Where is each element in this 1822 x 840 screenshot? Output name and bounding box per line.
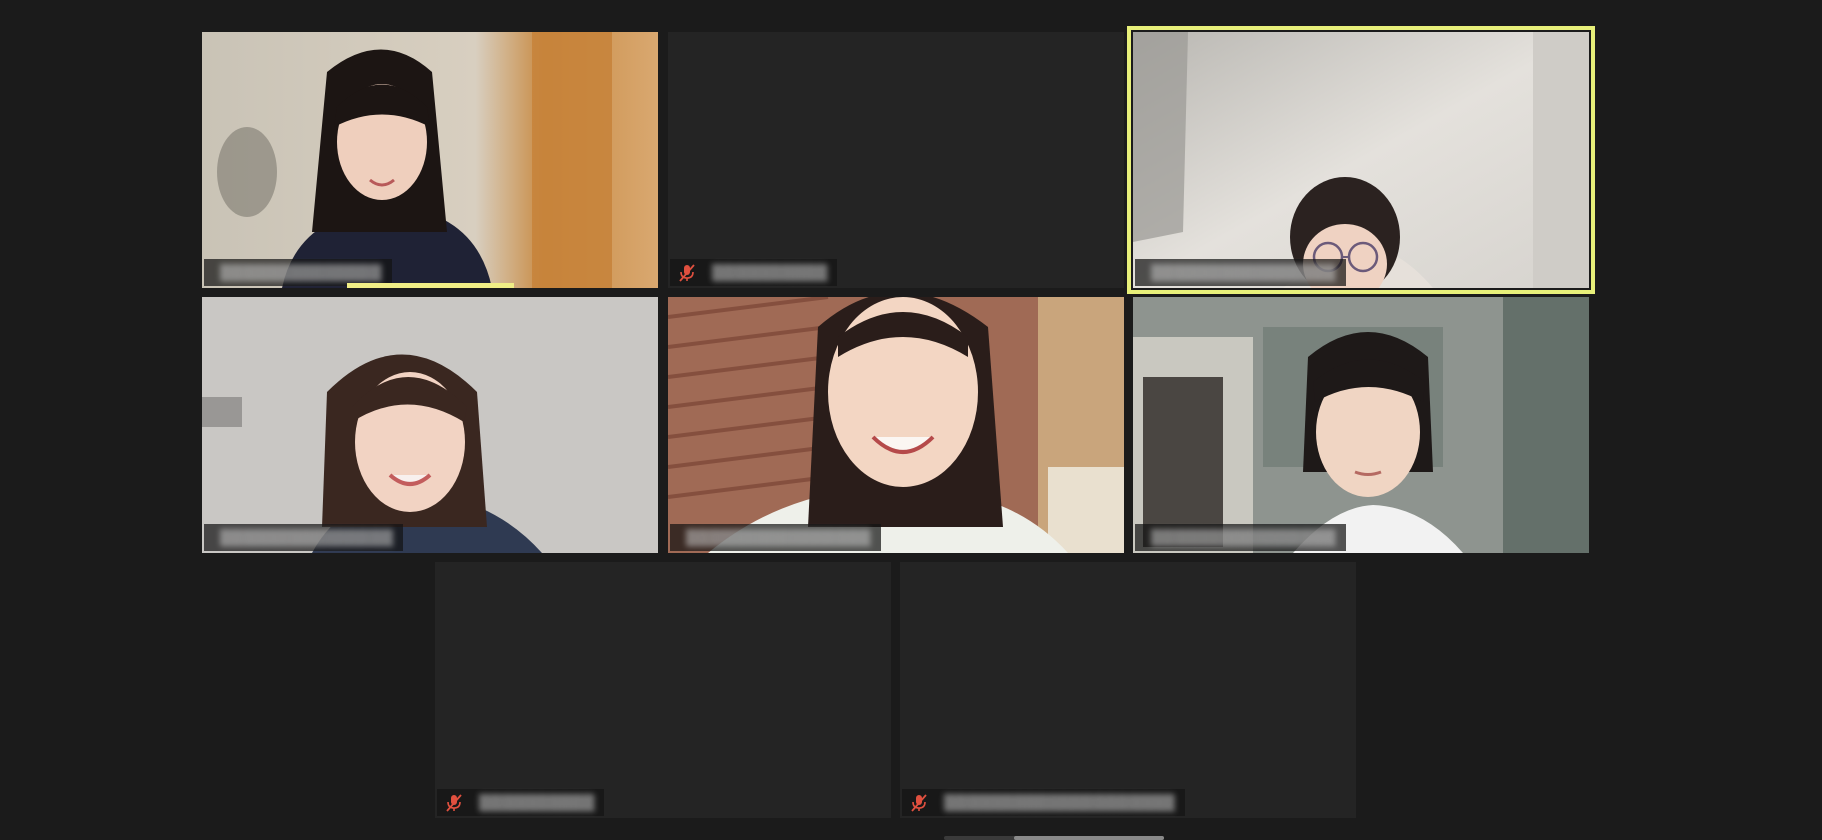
video-tile-participant-6[interactable]: ▒▒▒▒▒▒▒▒▒▒▒▒▒▒▒▒	[1133, 297, 1589, 553]
participant-name-tag: ▒▒▒▒▒▒▒▒▒▒▒▒▒▒▒	[204, 524, 404, 551]
participant-video-feed	[202, 297, 658, 553]
video-tile-participant-2[interactable]: ▒▒▒▒▒▒▒▒▒▒	[668, 32, 1124, 288]
participant-name-tag: ▒▒▒▒▒▒▒▒▒▒	[670, 259, 838, 286]
video-tile-participant-3-active-speaker[interactable]: ▒▒▒▒▒▒▒▒▒▒▒▒▒▒▒▒	[1127, 26, 1595, 294]
participant-name-tag: ▒▒▒▒▒▒▒▒▒▒▒▒▒▒▒▒	[1135, 524, 1346, 551]
video-tile-participant-5[interactable]: ▒▒▒▒▒▒▒▒▒▒▒▒▒▒▒▒	[668, 297, 1124, 553]
participant-name-tag: ▒▒▒▒▒▒▒▒▒▒▒▒▒▒	[204, 259, 392, 286]
mic-muted-icon	[911, 793, 927, 812]
participant-video-feed	[1133, 32, 1589, 288]
mic-muted-icon	[446, 793, 462, 812]
meeting-gallery-view: ▒▒▒▒▒▒▒▒▒▒▒▒▒▒ ▒▒▒▒▒▒▒▒▒▒ ▒▒▒▒▒▒▒▒▒▒▒▒▒▒…	[0, 0, 1822, 840]
participant-name-tag: ▒▒▒▒▒▒▒▒▒▒	[437, 789, 605, 816]
video-tile-participant-8[interactable]: ▒▒▒▒▒▒▒▒▒▒▒▒▒▒▒▒▒▒▒▒	[900, 562, 1356, 818]
participant-name-tag: ▒▒▒▒▒▒▒▒▒▒▒▒▒▒▒▒▒▒▒▒	[902, 789, 1185, 816]
gallery-page-scroll-thumb[interactable]	[1014, 836, 1164, 840]
video-tile-participant-4[interactable]: ▒▒▒▒▒▒▒▒▒▒▒▒▒▒▒	[202, 297, 658, 553]
participant-video-feed	[668, 297, 1124, 553]
video-tile-participant-7[interactable]: ▒▒▒▒▒▒▒▒▒▒	[435, 562, 891, 818]
participant-name-tag: ▒▒▒▒▒▒▒▒▒▒▒▒▒▒▒▒	[670, 524, 881, 551]
participant-video-feed	[1133, 297, 1589, 553]
mic-muted-icon	[679, 263, 695, 282]
participant-name-tag: ▒▒▒▒▒▒▒▒▒▒▒▒▒▒▒▒	[1135, 259, 1346, 286]
video-tile-participant-1[interactable]: ▒▒▒▒▒▒▒▒▒▒▒▒▒▒	[202, 32, 658, 288]
participant-video-feed	[202, 32, 658, 288]
